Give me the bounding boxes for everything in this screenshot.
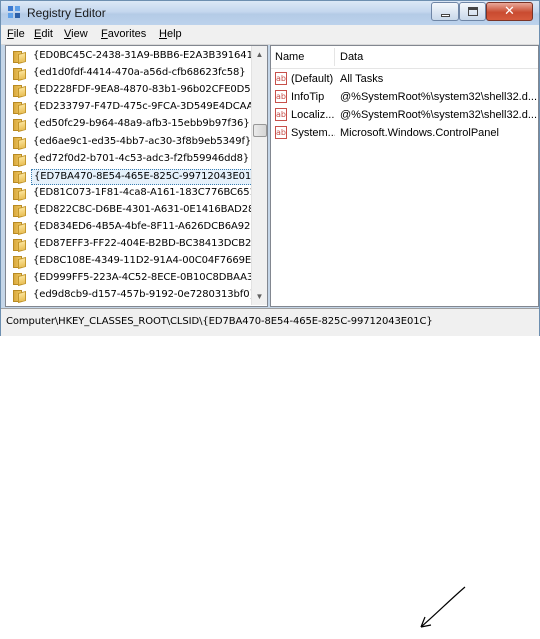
menu-help[interactable]: Help: [159, 28, 182, 40]
menu-view[interactable]: View: [64, 28, 88, 40]
folder-icon: [13, 102, 29, 116]
tree-item[interactable]: {ED81C073-1F81-4ca8-A161-183C776BC651}: [6, 185, 262, 203]
tree-item-label: {ED228FDF-9EA8-4870-83b1-96b02CFE0D52}: [33, 84, 264, 96]
value-row[interactable]: ab (Default) All Tasks: [271, 70, 538, 88]
tree-item[interactable]: {ED228FDF-9EA8-4870-83b1-96b02CFE0D52}: [6, 82, 263, 100]
menu-edit[interactable]: Edit: [34, 28, 53, 40]
value-data: @%SystemRoot%\system32\shell32.d...: [340, 109, 538, 121]
close-button[interactable]: ✕: [486, 2, 533, 21]
registry-editor-window: Registry Editor ✕ File Edit View Favorit…: [0, 0, 540, 628]
menu-favorites[interactable]: Favorites: [101, 28, 146, 40]
folder-icon: [13, 170, 29, 184]
value-row[interactable]: ab Localiz... @%SystemRoot%\system32\shell…: [271, 106, 538, 124]
values-pane: Name Data ab (Default) All Tasks ab InfoTip @…: [270, 45, 539, 307]
tree-item[interactable]: {ED233797-F47D-475c-9FCA-3D549E4DCAA4}: [6, 99, 266, 117]
string-value-icon: ab: [275, 108, 287, 121]
value-name: Localiz...: [291, 109, 335, 121]
value-row[interactable]: ab InfoTip @%SystemRoot%\system32\shell32.…: [271, 88, 538, 106]
string-value-icon: ab: [275, 90, 287, 103]
tree-item-label: {ed72f0d2-b701-4c53-adc3-f2fb59946dd8}: [33, 152, 250, 164]
registry-icon: [8, 6, 20, 18]
value-name: InfoTip: [291, 91, 325, 103]
tree-item-label: {ED8C108E-4349-11D2-91A4-00C04F7669E8}: [33, 255, 264, 267]
value-data: Microsoft.Windows.ControlPanel: [340, 127, 499, 139]
folder-icon: [13, 153, 29, 167]
menu-bar: File Edit View Favorites Help: [1, 25, 539, 45]
key-tree-pane: {ED0BC45C-2438-31A9-BBB6-E2A3B3916419} {e…: [5, 45, 268, 307]
tree-item-label: {ED87EFF3-FF22-404E-B2BD-BC38413DCB2C}: [33, 238, 265, 250]
tree-item[interactable]: {ed1d0fdf-4414-470a-a56d-cfb68623fc58}: [6, 65, 250, 83]
tree-item-label: {ED822C8C-D6BE-4301-A631-0E1416BAD28F}: [33, 203, 267, 215]
tree-item-label: {ED7BA470-8E54-465E-825C-99712043E01C}: [31, 168, 267, 185]
tree-item-label: {ED81C073-1F81-4ca8-A161-183C776BC651}: [33, 186, 262, 198]
tree-item-label: {ed1d0fdf-4414-470a-a56d-cfb68623fc58}: [33, 67, 246, 79]
string-value-icon: ab: [275, 72, 287, 85]
value-name: (Default): [291, 73, 334, 85]
tree-item-label: {ED233797-F47D-475c-9FCA-3D549E4DCAA4}: [33, 101, 266, 113]
folder-icon: [13, 85, 29, 99]
value-data: @%SystemRoot%\system32\shell32.d...: [340, 91, 538, 103]
tree-item-label: {ED999FF5-223A-4C52-8ECE-0B10C8DBAA39}: [33, 272, 266, 284]
tree-item-label: {ed9d8cb9-d157-457b-9192-0e7280313bf0}: [33, 289, 256, 301]
folder-icon: [13, 51, 29, 65]
minimize-icon: [441, 14, 450, 17]
folder-icon: [13, 204, 29, 218]
folder-icon: [13, 273, 29, 287]
tree-item[interactable]: {ed9d8cb9-d157-457b-9192-0e7280313bf0}: [6, 287, 256, 305]
tree-item[interactable]: {ED999FF5-223A-4C52-8ECE-0B10C8DBAA39}: [6, 270, 266, 288]
status-path: Computer\HKEY_CLASSES_ROOT\CLSID\{ED7BA4…: [6, 316, 433, 327]
tree-item-label: {ED0BC45C-2438-31A9-BBB6-E2A3B3916419}: [33, 50, 266, 61]
maximize-button[interactable]: [459, 2, 486, 21]
tree-item-label: {ED834ED6-4B5A-4bfe-8F11-A626DCB6A921}: [33, 221, 263, 232]
tree-item[interactable]: {ED822C8C-D6BE-4301-A631-0E1416BAD28F}: [6, 202, 266, 220]
scroll-thumb[interactable]: [253, 124, 267, 137]
scroll-down-icon[interactable]: ▼: [253, 289, 266, 304]
tree-item[interactable]: {ED834ED6-4B5A-4bfe-8F11-A626DCB6A921}: [6, 219, 263, 237]
tree-item[interactable]: {ED7BA470-8E54-465E-825C-99712043E01C}: [6, 168, 267, 186]
value-name: System....: [291, 127, 335, 139]
tree-item[interactable]: {ed72f0d2-b701-4c53-adc3-f2fb59946dd8}: [6, 151, 250, 169]
tree-item-label: {ed6ae9c1-ed35-4bb7-ac30-3f8b9eb5349f}: [33, 135, 252, 147]
column-data-header[interactable]: Data: [340, 51, 363, 63]
folder-icon: [13, 222, 29, 236]
tree-item-label: {ed50fc29-b964-48a9-afb3-15ebb9b97f36}: [33, 118, 250, 130]
window-title: Registry Editor: [27, 6, 106, 20]
values-column-header: Name Data: [271, 46, 538, 69]
value-row[interactable]: ab System.... Microsoft.Windows.ControlPan…: [271, 124, 538, 142]
tree-item[interactable]: {ED87EFF3-FF22-404E-B2BD-BC38413DCB2C}: [6, 236, 264, 254]
folder-icon: [13, 68, 29, 82]
folder-icon: [13, 290, 29, 304]
folder-icon: [13, 187, 29, 201]
tree-scrollbar[interactable]: ▲ ▼: [251, 46, 267, 305]
status-bar: Computer\HKEY_CLASSES_ROOT\CLSID\{ED7BA4…: [1, 308, 539, 628]
column-separator[interactable]: [334, 48, 335, 66]
tree-item[interactable]: {ed50fc29-b964-48a9-afb3-15ebb9b97f36}: [6, 116, 250, 134]
folder-icon: [13, 136, 29, 150]
arrow-annotation-icon: [420, 586, 466, 628]
title-bar[interactable]: Registry Editor ✕: [1, 1, 539, 25]
maximize-icon: [468, 7, 478, 16]
string-value-icon: ab: [275, 126, 287, 139]
tree-item[interactable]: {ED8C108E-4349-11D2-91A4-00C04F7669E8}: [6, 253, 264, 271]
folder-icon: [13, 256, 29, 270]
value-data: All Tasks: [340, 73, 384, 85]
folder-icon: [13, 119, 29, 133]
tree-item[interactable]: {ed6ae9c1-ed35-4bb7-ac30-3f8b9eb5349f}: [6, 134, 252, 152]
close-icon: ✕: [504, 4, 515, 19]
menu-file[interactable]: File: [7, 28, 25, 40]
minimize-button[interactable]: [431, 2, 459, 21]
scroll-up-icon[interactable]: ▲: [253, 47, 266, 62]
folder-icon: [13, 239, 29, 253]
tree-item[interactable]: {ED0BC45C-2438-31A9-BBB6-E2A3B3916419}: [6, 48, 265, 66]
column-name-header[interactable]: Name: [275, 51, 304, 63]
